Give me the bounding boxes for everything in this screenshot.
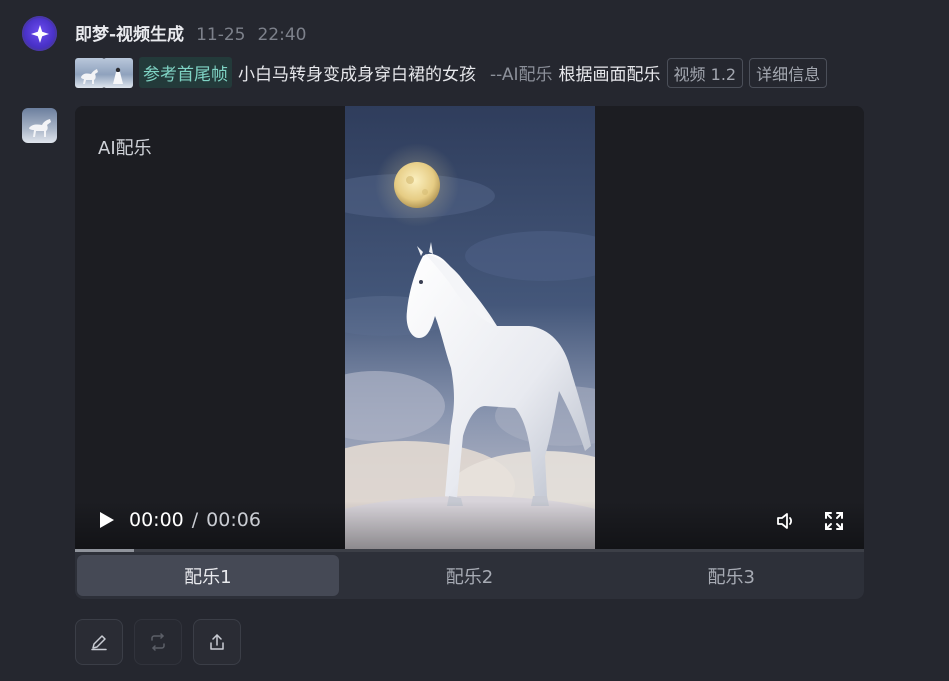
fullscreen-button[interactable] bbox=[823, 510, 845, 532]
video-card: AI配乐 00:00 / 00:06 配乐1 配乐2 配乐3 bbox=[75, 106, 864, 599]
play-icon bbox=[100, 512, 114, 528]
first-frame-thumbnail[interactable] bbox=[75, 57, 105, 88]
prompt-row: 参考首尾帧 小白马转身变成身穿白裙的女孩 --AI配乐 根据画面配乐 视频 1.… bbox=[75, 57, 828, 88]
video-player[interactable]: AI配乐 00:00 / 00:06 bbox=[75, 106, 864, 549]
video-controls: 00:00 / 00:06 bbox=[75, 501, 864, 549]
reference-frames[interactable] bbox=[75, 57, 133, 88]
volume-button[interactable] bbox=[775, 510, 797, 532]
bot-avatar[interactable] bbox=[22, 16, 57, 51]
time-separator: / bbox=[191, 509, 199, 531]
last-frame-thumbnail[interactable] bbox=[103, 57, 133, 88]
bot-name: 即梦-视频生成 bbox=[75, 25, 185, 45]
ai-music-label: AI配乐 bbox=[98, 138, 152, 159]
reference-frames-tag: 参考首尾帧 bbox=[139, 57, 232, 88]
regenerate-button[interactable] bbox=[134, 619, 182, 665]
action-bar bbox=[75, 619, 241, 665]
edit-button[interactable] bbox=[75, 619, 123, 665]
girl-thumbnail-image bbox=[113, 67, 123, 84]
message-meta: 即梦-视频生成 11-25 22:40 bbox=[75, 20, 306, 45]
share-upload-icon bbox=[210, 634, 224, 650]
music-prefix: --AI配乐 bbox=[490, 65, 553, 85]
video-frame[interactable] bbox=[345, 106, 595, 549]
message-time: 22:40 bbox=[257, 25, 307, 45]
chat-message: 即梦-视频生成 11-25 22:40 参考首尾帧 小白马转身变成身穿白裙的女孩… bbox=[0, 0, 949, 681]
tab-music-2[interactable]: 配乐2 bbox=[339, 555, 601, 596]
tab-music-3[interactable]: 配乐3 bbox=[600, 555, 862, 596]
tab-music-1[interactable]: 配乐1 bbox=[77, 555, 339, 596]
message-date: 11-25 bbox=[196, 25, 246, 45]
model-version-badge: 视频 1.2 bbox=[666, 57, 744, 88]
play-button[interactable] bbox=[95, 509, 117, 531]
edit-pencil-icon bbox=[91, 635, 107, 651]
share-button[interactable] bbox=[193, 619, 241, 665]
white-horse-moon-image bbox=[345, 106, 595, 549]
horse-thumbnail-image bbox=[81, 68, 98, 84]
result-thumbnail-avatar bbox=[22, 108, 57, 143]
prompt-text: 小白马转身变成身穿白裙的女孩 bbox=[238, 65, 476, 85]
regenerate-icon bbox=[151, 633, 165, 651]
music-tabs: 配乐1 配乐2 配乐3 bbox=[75, 552, 864, 599]
details-button[interactable]: 详细信息 bbox=[749, 57, 828, 88]
horse-avatar-image bbox=[29, 119, 51, 137]
time-display: 00:00 / 00:06 bbox=[129, 509, 261, 531]
sparkle-star-icon bbox=[30, 24, 49, 43]
duration: 00:06 bbox=[206, 509, 261, 531]
volume-icon bbox=[777, 513, 793, 529]
fullscreen-icon bbox=[825, 512, 843, 530]
music-description: 根据画面配乐 bbox=[558, 65, 661, 85]
current-time: 00:00 bbox=[129, 509, 184, 531]
